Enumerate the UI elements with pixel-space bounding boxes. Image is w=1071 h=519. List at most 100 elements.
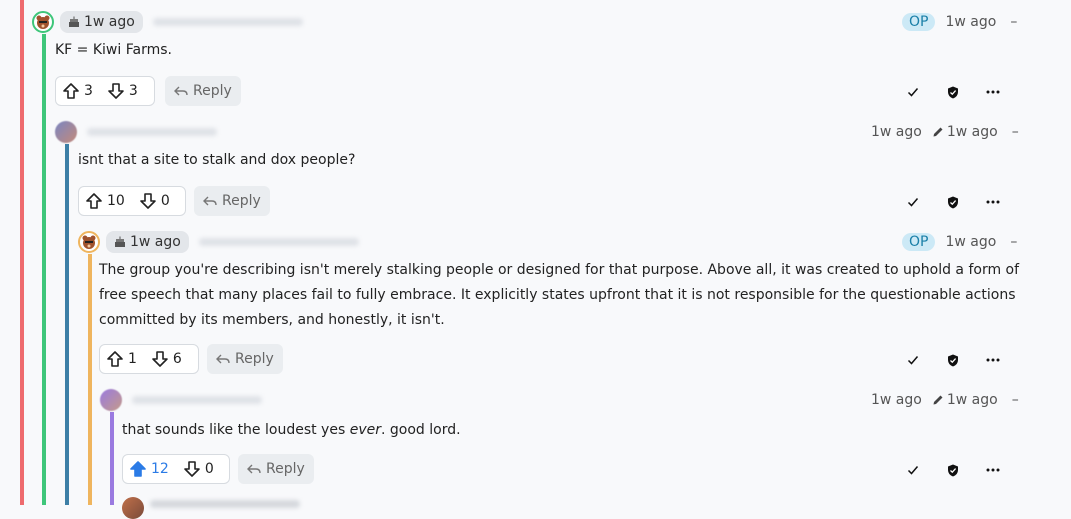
shield-check-icon <box>948 86 958 98</box>
downvote-button[interactable]: 0 <box>183 460 214 478</box>
downvote-count: 3 <box>128 83 138 99</box>
collapse-button[interactable]: – <box>1010 234 1017 250</box>
mark-read-button[interactable] <box>893 458 933 482</box>
moderate-button[interactable] <box>933 458 973 482</box>
reply-button[interactable]: Reply <box>238 454 314 484</box>
vote-group: 3 3 <box>55 76 155 106</box>
upvote-button[interactable]: 1 <box>106 350 137 368</box>
comment-header <box>100 388 262 412</box>
account-age: 1w ago <box>130 234 181 250</box>
more-options-button[interactable] <box>973 348 1013 372</box>
more-options-button[interactable] <box>973 458 1013 482</box>
comment-meta: OP 1w ago – <box>902 10 1017 34</box>
comment-meta: 1w ago 1w ago – <box>871 388 1019 412</box>
check-icon <box>907 88 919 97</box>
downvote-button[interactable]: 3 <box>107 82 138 100</box>
comment-body: isnt that a site to stalk and dox people… <box>78 152 356 168</box>
downvote-count: 6 <box>172 351 182 367</box>
mark-read-button[interactable] <box>893 190 933 214</box>
avatar[interactable] <box>32 11 54 33</box>
downvote-count: 0 <box>160 193 170 209</box>
upvote-count: 1 <box>128 351 137 367</box>
username-redacted[interactable] <box>132 396 262 404</box>
username-redacted[interactable] <box>152 18 303 26</box>
reply-icon <box>216 354 230 364</box>
bear-avatar-icon <box>36 15 50 29</box>
thread-line-1[interactable] <box>20 0 24 505</box>
edited-timestamp[interactable]: 1w ago <box>932 124 998 140</box>
pencil-icon <box>933 395 943 405</box>
next-comment-username-redacted[interactable] <box>150 500 300 508</box>
collapse-button[interactable]: – <box>1012 124 1019 140</box>
check-icon <box>907 198 919 207</box>
username-redacted[interactable] <box>87 128 217 136</box>
cake-icon <box>115 236 125 247</box>
upvote-button[interactable]: 12 <box>129 460 169 478</box>
timestamp[interactable]: 1w ago <box>945 14 996 30</box>
arrow-down-icon <box>152 351 168 367</box>
account-age: 1w ago <box>84 14 135 30</box>
username-redacted[interactable] <box>198 238 359 246</box>
avatar[interactable] <box>78 231 100 253</box>
cake-day-badge: 1w ago <box>106 231 189 253</box>
collapse-button[interactable]: – <box>1012 392 1019 408</box>
reply-icon <box>174 86 188 96</box>
comment-body-text: that sounds like the loudest yes <box>122 422 350 438</box>
upvote-button[interactable]: 3 <box>62 82 93 100</box>
comment-2: 1w ago 1w ago – isnt that a site to stal… <box>55 120 1071 220</box>
check-icon <box>907 466 919 475</box>
more-horizontal-icon <box>986 200 1000 204</box>
more-options-button[interactable] <box>973 190 1013 214</box>
avatar[interactable] <box>100 389 122 411</box>
edited-time: 1w ago <box>946 392 998 408</box>
cake-day-badge: 1w ago <box>60 11 143 33</box>
downvote-button[interactable]: 0 <box>139 192 170 210</box>
next-comment-avatar[interactable] <box>122 497 144 519</box>
arrow-down-icon <box>108 83 124 99</box>
comment-actions <box>893 348 1013 372</box>
reply-button[interactable]: Reply <box>194 186 270 216</box>
reply-label: Reply <box>266 461 305 477</box>
mark-read-button[interactable] <box>893 348 933 372</box>
bear-avatar-icon <box>82 235 96 249</box>
comment-body-line: The group you're describing isn't merely… <box>99 262 1020 278</box>
comment-actions <box>893 190 1013 214</box>
vote-group: 10 0 <box>78 186 186 216</box>
timestamp[interactable]: 1w ago <box>945 234 996 250</box>
timestamp[interactable]: 1w ago <box>871 124 922 140</box>
comment-3: 1w ago OP 1w ago – The group you're desc… <box>78 230 1071 380</box>
vote-group: 12 0 <box>122 454 230 484</box>
downvote-button[interactable]: 6 <box>151 350 182 368</box>
more-options-button[interactable] <box>973 80 1013 104</box>
moderate-button[interactable] <box>933 80 973 104</box>
avatar[interactable] <box>55 121 77 143</box>
comment-meta: OP 1w ago – <box>902 230 1017 254</box>
arrow-down-icon <box>184 461 200 477</box>
vote-group: 1 6 <box>99 344 199 374</box>
edited-timestamp[interactable]: 1w ago <box>932 392 998 408</box>
comment-header <box>55 120 217 144</box>
shield-check-icon <box>948 196 958 208</box>
more-horizontal-icon <box>986 358 1000 362</box>
upvote-button[interactable]: 10 <box>85 192 125 210</box>
timestamp[interactable]: 1w ago <box>871 392 922 408</box>
comment-actions <box>893 458 1013 482</box>
comment-body: The group you're describing isn't merely… <box>99 258 1029 333</box>
cake-icon <box>69 16 79 27</box>
reply-button[interactable]: Reply <box>165 76 241 106</box>
comment-4: 1w ago 1w ago – that sounds like the lou… <box>100 388 1071 488</box>
comment-header: 1w ago <box>78 230 359 254</box>
arrow-up-filled-icon <box>130 461 146 477</box>
moderate-button[interactable] <box>933 348 973 372</box>
reply-label: Reply <box>235 351 274 367</box>
downvote-count: 0 <box>204 461 214 477</box>
moderate-button[interactable] <box>933 190 973 214</box>
reply-button[interactable]: Reply <box>207 344 283 374</box>
reply-label: Reply <box>193 83 232 99</box>
more-horizontal-icon <box>986 90 1000 94</box>
comment-body: KF = Kiwi Farms. <box>55 42 172 58</box>
mark-read-button[interactable] <box>893 80 933 104</box>
collapse-button[interactable]: – <box>1010 14 1017 30</box>
op-badge: OP <box>902 13 936 31</box>
comment-header: 1w ago <box>32 10 303 34</box>
